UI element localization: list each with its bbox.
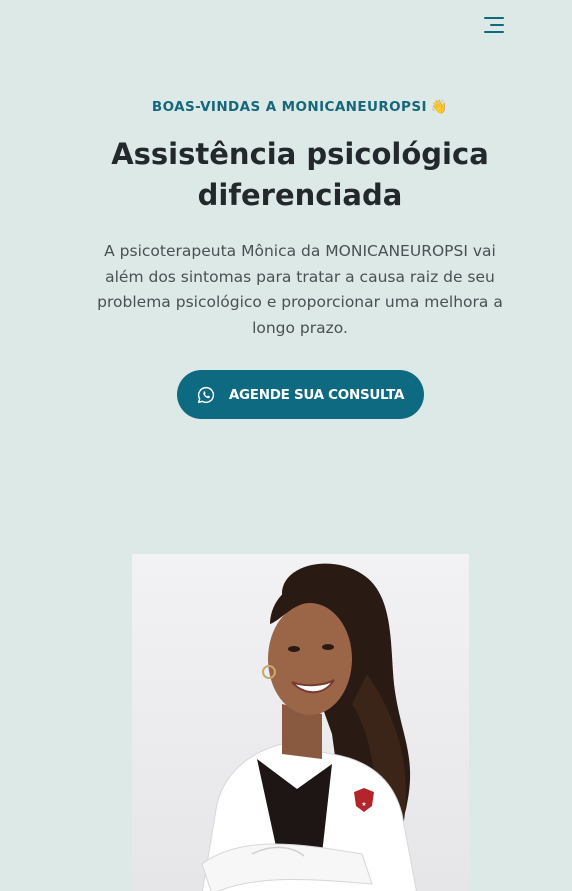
schedule-consultation-label: AGENDE SUA CONSULTA — [228, 386, 405, 403]
hamburger-menu-icon-bar — [484, 31, 504, 33]
schedule-consultation-button[interactable]: AGENDE SUA CONSULTA — [177, 370, 424, 419]
svg-text:★: ★ — [361, 801, 366, 808]
therapist-photo: ★ — [132, 554, 469, 891]
waving-hand-icon: 👋 — [430, 99, 449, 115]
hero-title: Assistência psicológica diferenciada — [111, 137, 489, 212]
hamburger-menu-icon-bar — [490, 24, 504, 26]
welcome-eyebrow: BOAS-VINDAS A MONICANEUROPSI 👋 — [0, 99, 572, 115]
welcome-eyebrow-text: BOAS-VINDAS A MONICANEUROPSI — [151, 99, 427, 115]
hamburger-menu-icon — [484, 17, 504, 19]
hero-description: A psicoterapeuta Mônica da MONICANEUROPS… — [97, 242, 503, 337]
whatsapp-icon — [197, 386, 215, 404]
menu-button[interactable] — [480, 14, 506, 38]
